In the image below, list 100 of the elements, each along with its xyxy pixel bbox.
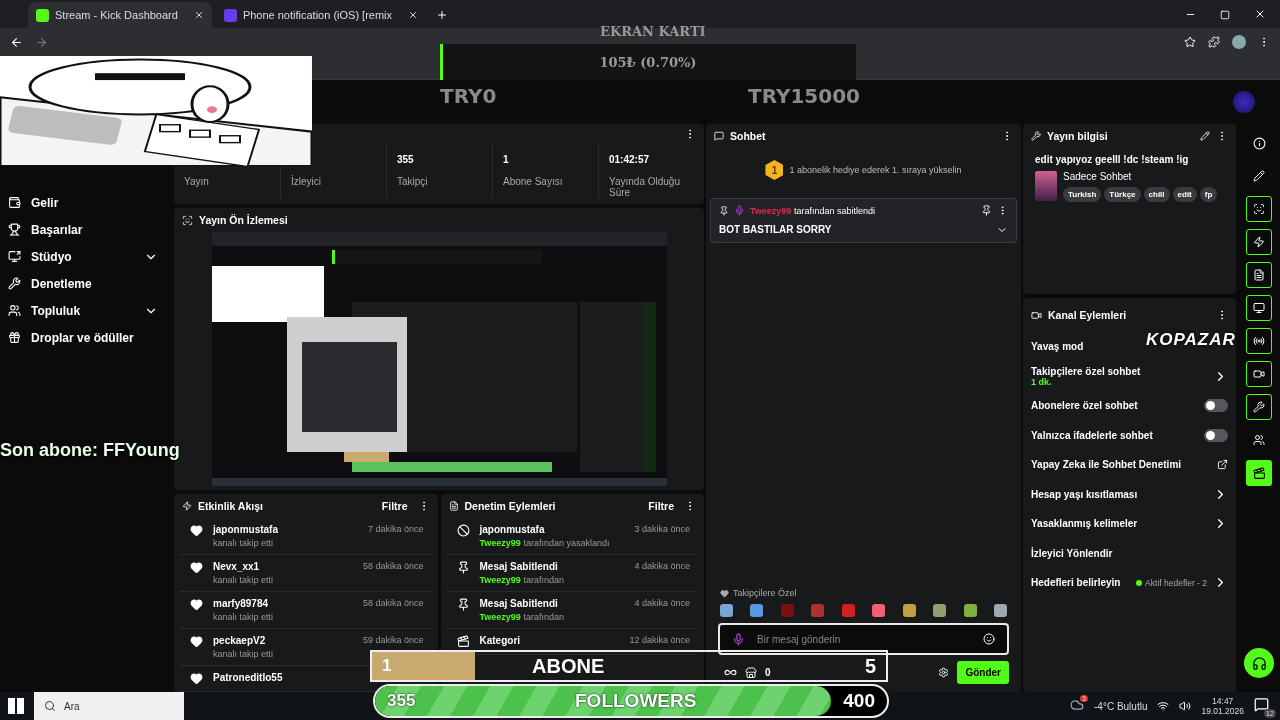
event-time: 7 dakika önce	[367, 524, 424, 536]
toggle-switch[interactable]	[1204, 399, 1228, 413]
chat-input-field[interactable]: Bir mesaj gönderin	[718, 623, 1009, 655]
action-label[interactable]: Hesap yaşı kısıtlaması	[1031, 488, 1207, 500]
follower-name: Nevx_xx1	[213, 561, 261, 572]
action-value: 1 dk.	[1031, 376, 1052, 387]
pinned-by-text: Tweezy99 tarafından sabitlendi	[750, 205, 876, 216]
sidebar-item[interactable]: Stüdyo	[8, 243, 172, 270]
follower-goal-bar: 355 FOLLOWERS 400	[373, 684, 889, 718]
taskbar-search-field[interactable]: Ara	[34, 692, 184, 720]
goal-bar: 105₺ (0.70%)	[440, 44, 856, 80]
extensions-icon	[1208, 36, 1220, 48]
filter-button[interactable]: Filtre	[644, 500, 678, 512]
clock[interactable]: 14:47 19.01.2026	[1201, 696, 1244, 716]
pinned-text: BOT BASTILAR SORRY	[719, 224, 832, 236]
message-field[interactable]: Bir mesaj gönderin	[755, 632, 973, 646]
emote-label: Takipçilere Özel	[733, 588, 797, 598]
toggle-switch[interactable]	[1204, 428, 1228, 442]
browser-tab[interactable]: Stream - Kick Dashboard	[28, 2, 212, 28]
mic-icon	[732, 632, 745, 646]
emote-icon[interactable]	[933, 604, 947, 617]
action-name: Mesaj Sabitlendi	[479, 561, 559, 572]
gift-icon	[8, 331, 21, 344]
sidebar-item[interactable]: Droplar ve ödüller	[8, 324, 172, 351]
clapperboard-icon	[456, 635, 470, 648]
category-thumbnail	[1035, 171, 1057, 201]
help-button[interactable]	[1244, 648, 1274, 678]
external-link-icon	[1217, 459, 1228, 471]
weather-text[interactable]: -4°C Bulutlu	[1094, 700, 1148, 712]
emote-icon[interactable]	[720, 604, 733, 617]
broadcast-button[interactable]	[1246, 328, 1272, 354]
bolt-icon	[182, 501, 192, 511]
forward-icon	[35, 35, 48, 49]
sidebar-item[interactable]: Topluluk	[8, 297, 172, 324]
stat-label: Takipçi	[397, 176, 429, 187]
camera-button[interactable]	[1246, 361, 1272, 387]
action-time: 4 dakika önce	[634, 561, 690, 573]
emote-icon[interactable]	[750, 604, 764, 617]
windows-icon[interactable]	[8, 698, 24, 714]
emote-icon[interactable]	[841, 604, 855, 617]
tag[interactable]: Turkish	[1063, 187, 1102, 202]
document-button[interactable]	[1246, 262, 1272, 288]
send-button[interactable]: Gönder	[957, 661, 1009, 684]
action-name: Kategori	[479, 635, 522, 646]
goal-min: TRY0	[440, 84, 497, 108]
emote-icon[interactable]	[993, 604, 1007, 617]
tag[interactable]: chill	[1143, 187, 1170, 202]
tag[interactable]: fp	[1199, 187, 1218, 202]
monitor-button[interactable]	[1246, 295, 1272, 321]
stat-value: 01:42:57	[609, 154, 651, 166]
filter-button[interactable]: Filtre	[377, 500, 412, 512]
panel-title: Yayın bilgisi	[1047, 130, 1109, 142]
action-label[interactable]: Yapay Zeka ile Sohbet Denetimi	[1031, 459, 1211, 471]
emote-icon[interactable]	[872, 604, 886, 617]
panel-title: Sohbet	[730, 130, 767, 142]
back-icon	[10, 35, 23, 49]
close-icon	[408, 10, 419, 20]
settings-icon	[938, 667, 950, 678]
clapper-button[interactable]	[1246, 460, 1272, 486]
panel-title: Denetim Eylemleri	[464, 500, 557, 512]
trophy-icon	[8, 223, 21, 236]
stat-label: İzleyici	[291, 176, 322, 187]
profile-avatar[interactable]	[1232, 35, 1246, 49]
emote-icon[interactable]	[902, 604, 916, 617]
wrench-button[interactable]	[1246, 394, 1272, 420]
document-icon	[1253, 269, 1265, 281]
bolt-button[interactable]	[1246, 229, 1272, 255]
wrench-icon	[1253, 401, 1265, 413]
pin-icon	[981, 205, 992, 216]
scan-button[interactable]	[1246, 196, 1272, 222]
pencil-icon	[1253, 170, 1265, 182]
action-text: Tweezy99 tarafından yasaklandı	[479, 538, 611, 548]
stat-label: Yayında Olduğu Süre	[609, 176, 681, 198]
emote-icon[interactable]	[963, 604, 977, 617]
follower-name: japonmustafa	[213, 524, 279, 535]
stat-value: 1	[503, 154, 510, 166]
tag[interactable]: edit	[1172, 187, 1197, 202]
chat-icon	[714, 131, 724, 141]
tag[interactable]: Türkçe	[1104, 187, 1141, 202]
action-label[interactable]: Hedefleri belirleyin	[1031, 577, 1131, 589]
browser-tab[interactable]: Phone notification (iOS) [remix	[215, 2, 427, 28]
sidebar-item[interactable]: Denetleme	[8, 270, 172, 297]
pin-icon	[456, 598, 470, 611]
action-label[interactable]: İzleyici Yönlendir	[1031, 547, 1228, 559]
users-icon	[1253, 434, 1265, 446]
follower-name: peckaepV2	[213, 635, 267, 646]
favicon-icon	[36, 8, 49, 22]
heart-icon	[190, 635, 203, 648]
action-label[interactable]: Yalnızca ifadelerle sohbet	[1031, 429, 1198, 441]
headset-icon	[1251, 655, 1267, 671]
action-label[interactable]: Yasaklanmış kelimeler	[1031, 518, 1207, 530]
pin-icon	[456, 561, 470, 574]
store-icon	[745, 666, 757, 679]
info-icon	[1252, 136, 1266, 150]
broadcast-icon	[1253, 335, 1265, 347]
action-label[interactable]: Abonelere özel sohbet	[1031, 400, 1198, 412]
sidebar-item[interactable]: Gelir	[8, 189, 172, 216]
cloud-icon	[1070, 698, 1084, 712]
sidebar-item[interactable]: Başarılar	[8, 216, 172, 243]
action-label[interactable]: Takipçilere özel sohbet	[1031, 365, 1207, 377]
